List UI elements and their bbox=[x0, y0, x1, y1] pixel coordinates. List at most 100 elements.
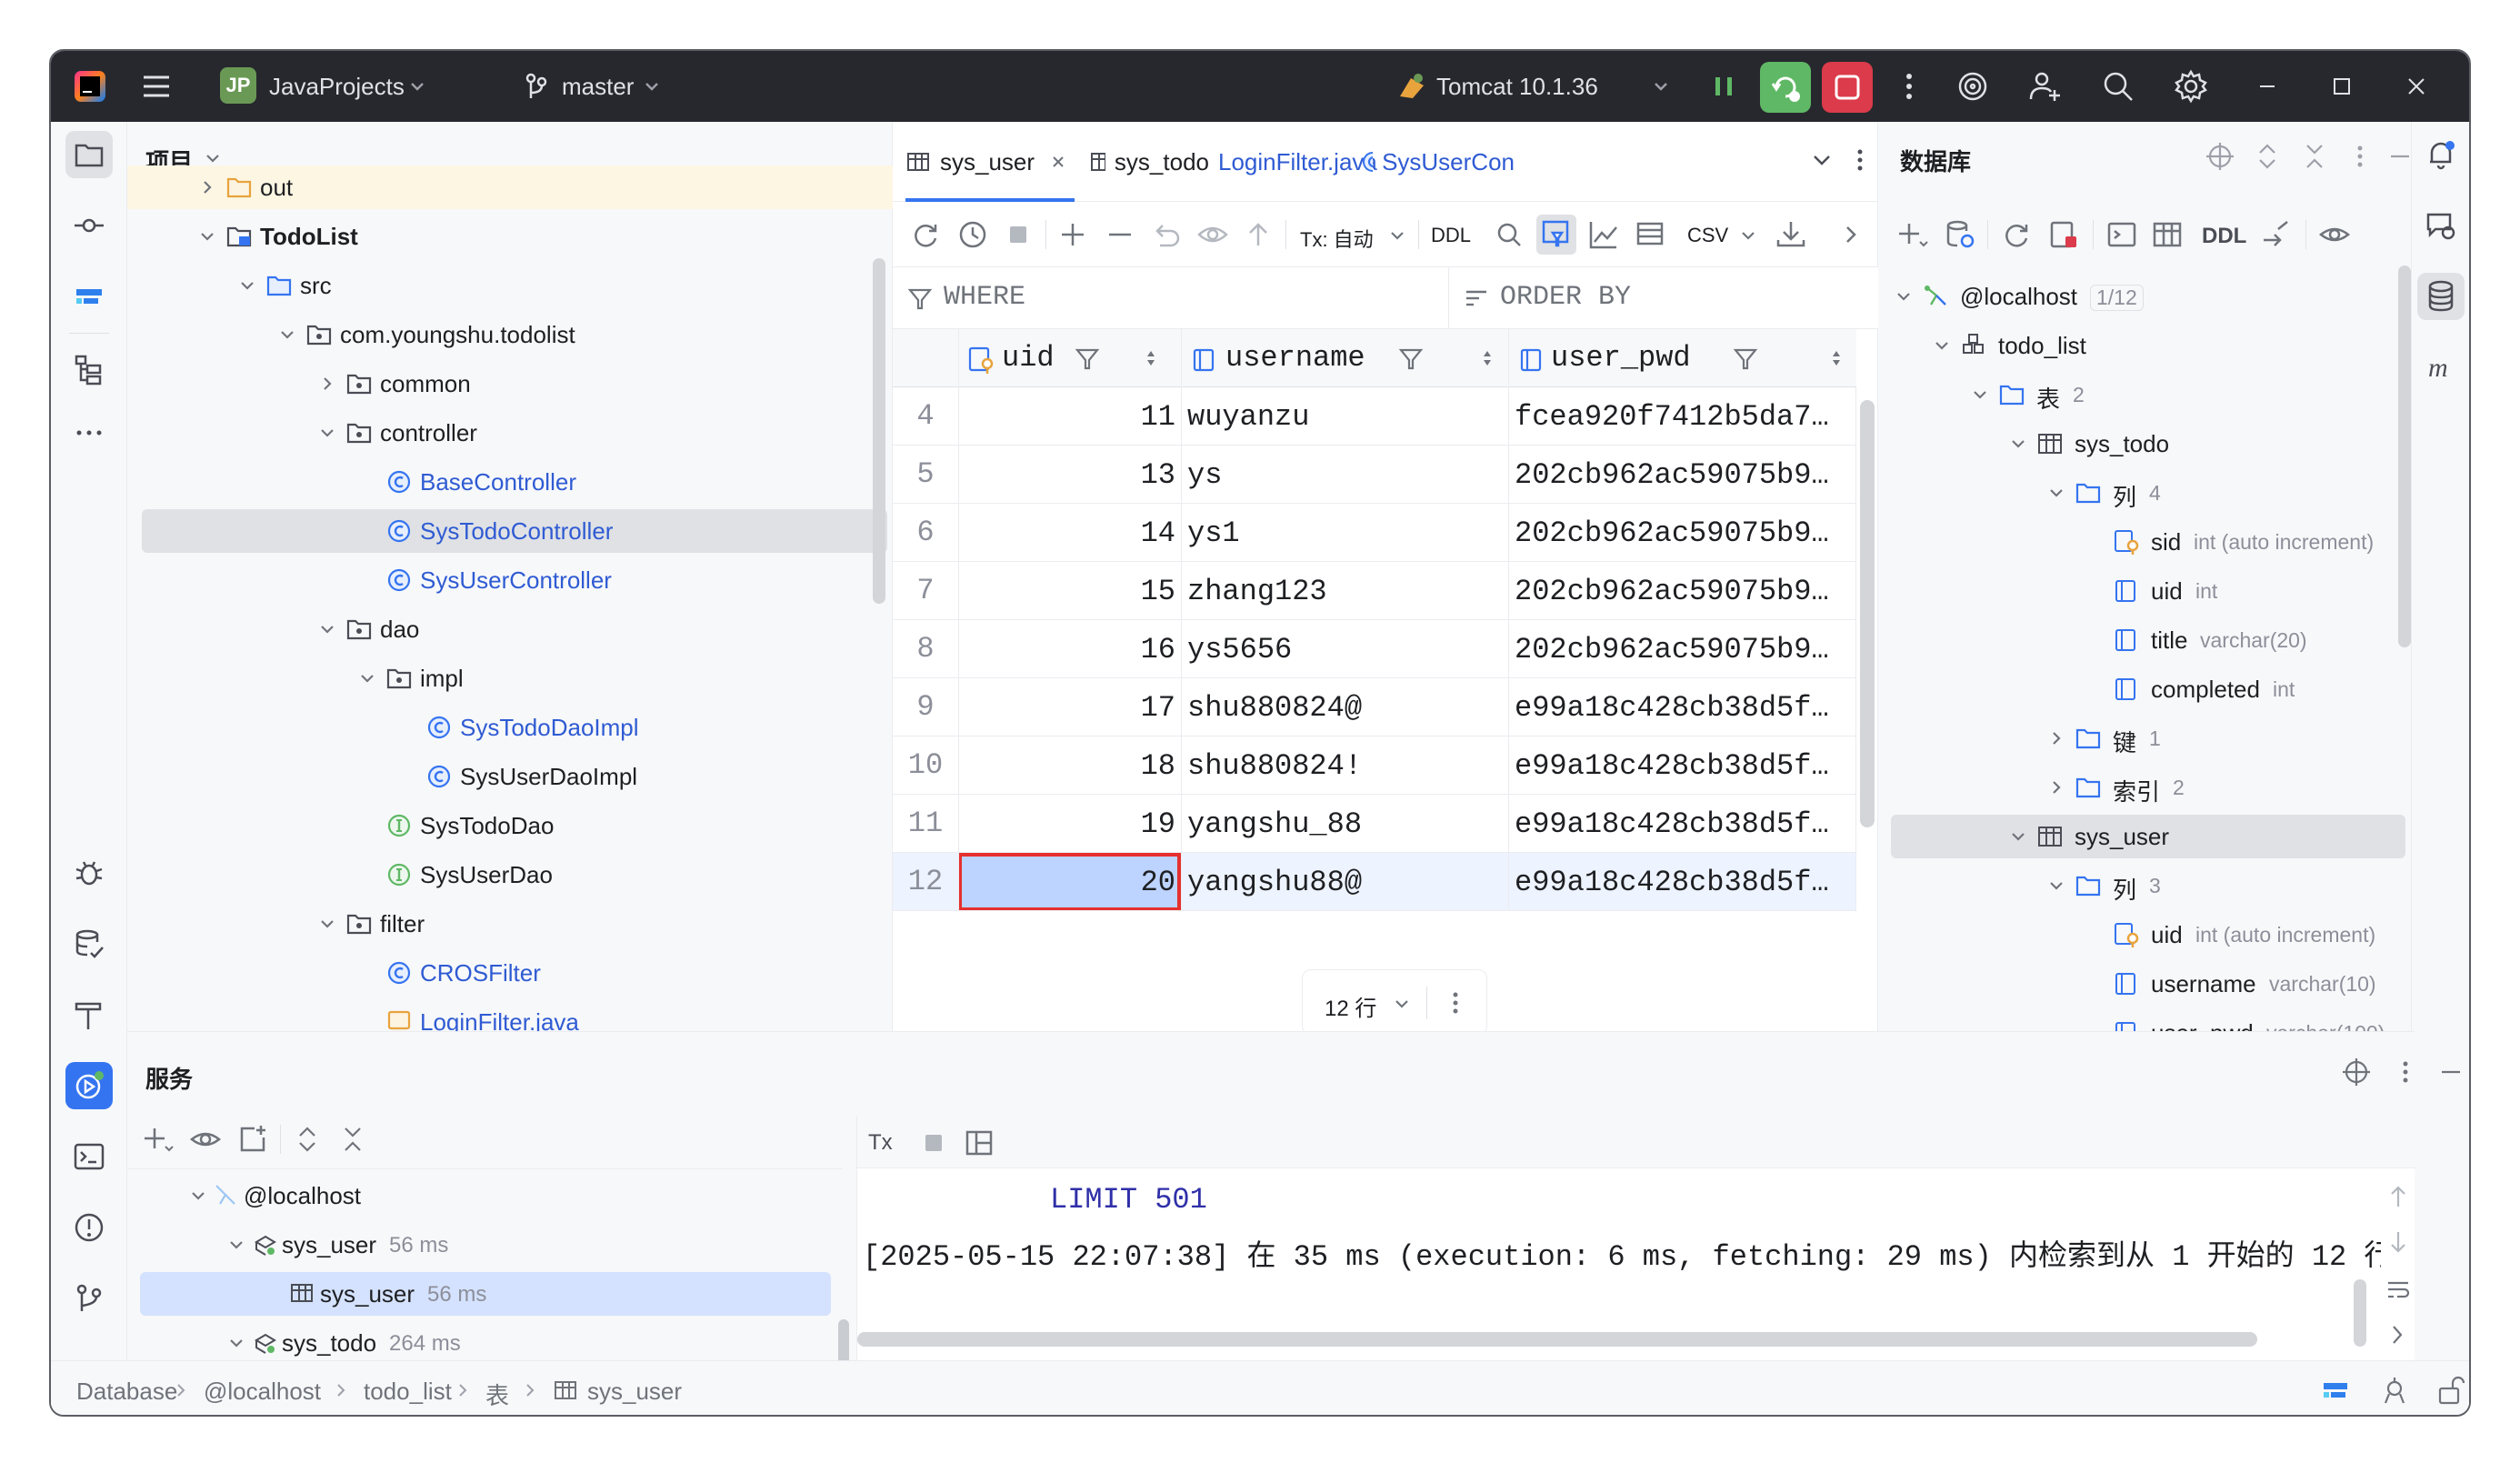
database-tree-item[interactable]: title varchar(20) bbox=[1878, 618, 2415, 662]
project-tree-item[interactable]: BaseController bbox=[127, 460, 893, 504]
database-panel-more-icon[interactable] bbox=[2344, 140, 2376, 173]
table-row[interactable]: 10 18 shu880824! e99a18c428cb38d5f… bbox=[893, 737, 1856, 795]
database-tree-item[interactable]: uid int (auto increment) bbox=[1878, 913, 2415, 957]
find-button[interactable] bbox=[1493, 218, 1525, 251]
add-row-button[interactable] bbox=[1056, 218, 1089, 251]
project-tree-item[interactable]: common bbox=[127, 362, 893, 406]
cell-username[interactable]: shu880824@ bbox=[1182, 678, 1509, 737]
project-tree-item[interactable]: SysTodoDaoImpl bbox=[127, 706, 893, 749]
database-tree-item[interactable]: sys_user bbox=[1891, 815, 2405, 858]
git-tool-button[interactable] bbox=[65, 1275, 113, 1322]
status-hector-icon[interactable] bbox=[2378, 1374, 2411, 1407]
cell-user-pwd[interactable]: e99a18c428cb38d5f… bbox=[1509, 737, 1856, 795]
services-tree-item[interactable]: sys_todo 264 ms bbox=[127, 1321, 842, 1365]
cell-username[interactable]: yangshu_88 bbox=[1182, 795, 1509, 853]
cell-user-pwd[interactable]: 202cb962ac59075b9… bbox=[1509, 504, 1856, 562]
chevron-down-icon[interactable] bbox=[198, 227, 216, 246]
breadcrumb-item[interactable]: todo_list bbox=[364, 1378, 452, 1406]
collapse-all-services-button[interactable] bbox=[336, 1123, 369, 1156]
project-tree-item[interactable]: dao bbox=[127, 607, 893, 651]
locate-icon[interactable] bbox=[2204, 140, 2236, 173]
database-tree-item[interactable]: sys_todo bbox=[1878, 422, 2415, 466]
sort-icon[interactable] bbox=[1476, 347, 1498, 369]
tab-list-dropdown[interactable] bbox=[1807, 145, 1836, 175]
preview-changes-button[interactable] bbox=[1196, 218, 1229, 251]
table-row[interactable]: 8 16 ys5656 202cb962ac59075b9… bbox=[893, 620, 1856, 678]
where-filter-field[interactable]: WHERE bbox=[893, 267, 1449, 329]
chevron-down-icon[interactable] bbox=[318, 620, 336, 638]
problems-tool-button[interactable] bbox=[65, 1204, 113, 1251]
status-lock-icon[interactable] bbox=[2435, 1374, 2467, 1407]
refresh-button[interactable] bbox=[909, 218, 942, 251]
ai-assistant-icon[interactable] bbox=[1955, 68, 1991, 105]
cell-uid[interactable]: 15 bbox=[958, 562, 1182, 620]
table-row[interactable]: 9 17 shu880824@ e99a18c428cb38d5f… bbox=[893, 678, 1856, 737]
collapse-all-icon[interactable] bbox=[2298, 140, 2331, 173]
cell-uid[interactable]: 14 bbox=[958, 504, 1182, 562]
breadcrumb-item[interactable]: 表 bbox=[485, 1378, 509, 1411]
console-scroll-up-icon[interactable] bbox=[2385, 1183, 2412, 1210]
chevron-down-icon[interactable] bbox=[318, 424, 336, 442]
project-tree-item[interactable]: impl bbox=[127, 656, 893, 700]
project-tree-item[interactable]: TodoList bbox=[127, 215, 893, 258]
toolbar-overflow-button[interactable] bbox=[1842, 222, 1860, 247]
refresh-db-button[interactable] bbox=[2000, 218, 2033, 251]
project-tree-item[interactable]: filter bbox=[127, 902, 893, 946]
datasource-properties-button[interactable] bbox=[1944, 218, 1976, 251]
database-tree-item[interactable]: todo_list bbox=[1878, 324, 2415, 367]
project-switcher[interactable]: JP JavaProjects bbox=[220, 67, 429, 105]
chevron-down-icon[interactable] bbox=[2009, 827, 2027, 846]
database-tree-item[interactable]: 表2 bbox=[1878, 373, 2415, 416]
new-datasource-button[interactable] bbox=[1896, 218, 1929, 251]
export-format-dropdown[interactable]: CSV bbox=[1687, 222, 1769, 249]
chevron-right-icon[interactable] bbox=[198, 178, 216, 196]
chevron-down-icon[interactable] bbox=[278, 326, 296, 344]
table-row[interactable]: 6 14 ys1 202cb962ac59075b9… bbox=[893, 504, 1856, 562]
cell-username[interactable]: shu880824! bbox=[1182, 737, 1509, 795]
project-tree-item[interactable]: CROSFilter bbox=[127, 951, 893, 995]
project-tool-button[interactable] bbox=[65, 131, 113, 178]
chevron-down-icon[interactable] bbox=[2047, 484, 2065, 502]
maven-button[interactable]: m bbox=[2417, 344, 2465, 391]
new-tab-button[interactable] bbox=[236, 1123, 269, 1156]
breadcrumb-item[interactable]: @localhost bbox=[204, 1378, 321, 1406]
structure-tool-button[interactable] bbox=[65, 346, 113, 393]
table-row[interactable]: 11 19 yangshu_88 e99a18c428cb38d5f… bbox=[893, 795, 1856, 853]
row-count-dropdown[interactable]: 12 行 bbox=[1315, 988, 1425, 1021]
chart-button[interactable] bbox=[1587, 218, 1620, 251]
expand-all-icon[interactable] bbox=[2251, 140, 2284, 173]
database-scrollbar[interactable] bbox=[2398, 266, 2411, 647]
console-more-icon[interactable] bbox=[2385, 1321, 2412, 1348]
order-by-field[interactable]: ORDER BY bbox=[1449, 267, 1878, 329]
services-locate-icon[interactable] bbox=[2340, 1056, 2373, 1088]
database-tree-item[interactable]: username varchar(10) bbox=[1878, 962, 2415, 1006]
cell-user-pwd[interactable]: 202cb962ac59075b9… bbox=[1509, 620, 1856, 678]
chevron-down-icon[interactable] bbox=[227, 1236, 245, 1254]
add-service-button[interactable] bbox=[142, 1123, 175, 1156]
debug-run-button[interactable] bbox=[1760, 62, 1811, 113]
close-window-icon[interactable] bbox=[2398, 68, 2435, 105]
project-tree-item[interactable]: SysUserDao bbox=[127, 853, 893, 897]
sort-icon[interactable] bbox=[1140, 347, 1162, 369]
chevron-down-icon[interactable] bbox=[189, 1187, 207, 1205]
app-logo[interactable] bbox=[75, 71, 105, 102]
project-tree-item[interactable]: controller bbox=[127, 411, 893, 455]
project-tree-item[interactable]: com.youngshu.todolist bbox=[127, 313, 893, 356]
chevron-down-icon[interactable] bbox=[2009, 435, 2027, 453]
database-tool-button[interactable] bbox=[2417, 273, 2465, 320]
soft-wrap-icon[interactable] bbox=[2385, 1276, 2412, 1303]
services-tree-item[interactable]: sys_user 56 ms bbox=[127, 1223, 842, 1267]
cell-user-pwd[interactable]: 202cb962ac59075b9… bbox=[1509, 446, 1856, 504]
revert-button[interactable] bbox=[1149, 218, 1182, 251]
stop-query-button[interactable] bbox=[1002, 218, 1035, 251]
editor-tab[interactable]: sys_todo bbox=[1089, 122, 1209, 202]
project-tree-item[interactable]: SysUserDaoImpl bbox=[127, 755, 893, 798]
chevron-down-icon[interactable] bbox=[238, 276, 256, 295]
cell-uid[interactable]: 18 bbox=[958, 737, 1182, 795]
project-tree-item[interactable]: SysUserController bbox=[127, 558, 893, 602]
services-tree-item[interactable]: @localhost bbox=[127, 1174, 842, 1217]
grid-scrollbar[interactable] bbox=[1860, 400, 1875, 827]
more-actions-icon[interactable] bbox=[1891, 68, 1927, 105]
services-tool-button[interactable] bbox=[65, 1062, 113, 1109]
stop-button[interactable] bbox=[1822, 62, 1873, 113]
